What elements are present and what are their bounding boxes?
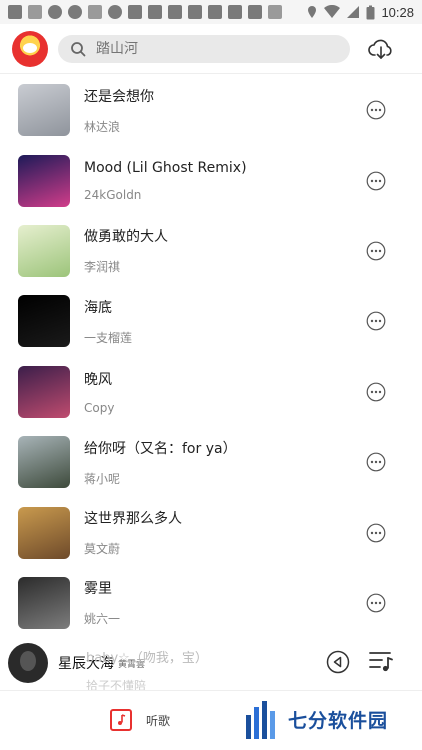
notification-icon — [188, 5, 202, 19]
more-options-icon[interactable] — [366, 241, 386, 261]
song-artist: 李润祺 — [84, 260, 121, 275]
notification-icon — [68, 5, 82, 19]
notification-icon — [148, 5, 162, 19]
more-options-icon[interactable] — [366, 382, 386, 402]
more-options-icon[interactable] — [366, 100, 386, 120]
lyric-line: baby☆（吻我，宝） — [86, 651, 208, 666]
album-cover — [18, 84, 70, 137]
song-artist: Copy — [84, 400, 115, 415]
song-title: 给你呀（又名：for ya） — [84, 440, 237, 457]
signal-icon — [347, 6, 360, 18]
search-bar[interactable] — [58, 34, 350, 63]
notification-icon — [108, 5, 122, 19]
notification-icon — [8, 5, 22, 19]
cloud-download-icon — [368, 39, 392, 59]
more-options-icon[interactable] — [366, 523, 386, 543]
song-title: 这世界那么多人 — [84, 511, 182, 528]
song-artist: 蒋小呢 — [84, 471, 121, 486]
notification-icon — [208, 5, 222, 19]
song-row[interactable]: 晚风 Copy — [0, 357, 422, 427]
top-bar — [0, 24, 422, 74]
notification-icon — [28, 5, 42, 19]
mini-player[interactable]: baby☆（吻我，宝） 拾子不懂陪 星辰大海 黄霄雲 — [0, 637, 422, 693]
song-title: 做勇敢的大人 — [84, 229, 168, 246]
album-cover — [18, 576, 70, 629]
notification-icon — [168, 5, 182, 19]
song-row[interactable]: 做勇敢的大人 李润祺 — [0, 216, 422, 286]
bottom-tab-bar: 听歌 七分软件园 — [0, 690, 422, 750]
tab-listen-label: 听歌 — [146, 713, 171, 728]
song-artist: 林达浪 — [84, 119, 121, 134]
song-row[interactable]: 这世界那么多人 莫文蔚 — [0, 497, 422, 567]
watermark-text: 七分软件园 — [288, 709, 389, 732]
cloud-download-button[interactable] — [366, 34, 396, 64]
battery-icon — [366, 5, 375, 19]
playlist-icon[interactable] — [368, 649, 394, 675]
song-artist: 姚六一 — [84, 612, 121, 627]
notification-icon — [48, 5, 62, 19]
song-row[interactable]: 还是会想你 林达浪 — [0, 75, 422, 145]
music-note-icon — [110, 709, 132, 731]
more-options-icon[interactable] — [366, 171, 386, 191]
album-cover — [18, 154, 70, 207]
notification-icons — [8, 5, 306, 19]
song-row[interactable]: Mood (Lil Ghost Remix) 24kGoldn — [0, 145, 422, 215]
album-cover — [18, 506, 70, 559]
clock: 10:28 — [381, 4, 414, 20]
watermark-logo-icon — [246, 701, 275, 739]
album-cover — [18, 224, 70, 277]
song-title: 晚风 — [84, 371, 112, 388]
wifi-icon — [324, 5, 341, 18]
song-artist: 24kGoldn — [84, 187, 142, 202]
tab-listen[interactable]: 听歌 — [110, 709, 170, 731]
more-options-icon[interactable] — [366, 593, 386, 613]
song-title: 雾里 — [84, 581, 112, 598]
more-options-icon[interactable] — [366, 311, 386, 331]
song-artist: 一支榴莲 — [84, 330, 133, 345]
status-bar: 10:28 — [0, 0, 422, 24]
now-playing-cover[interactable] — [8, 643, 48, 683]
notification-icon — [248, 5, 262, 19]
location-icon — [308, 6, 317, 18]
song-list: 还是会想你 林达浪 Mood (Lil Ghost Remix) 24kGold… — [0, 75, 422, 638]
notification-icon — [268, 5, 282, 19]
song-row[interactable]: 给你呀（又名：for ya） 蒋小呢 — [0, 427, 422, 497]
song-row[interactable]: 雾里 姚六一 — [0, 568, 422, 638]
song-title: Mood (Lil Ghost Remix) — [84, 159, 247, 176]
notification-icon — [88, 5, 102, 19]
app-logo[interactable] — [12, 30, 48, 67]
play-icon[interactable] — [326, 650, 350, 674]
song-artist: 莫文蔚 — [84, 542, 121, 557]
album-cover — [18, 365, 70, 418]
notification-icon — [228, 5, 242, 19]
search-icon — [71, 41, 86, 56]
watermark: 七分软件园 — [242, 697, 388, 741]
more-options-icon[interactable] — [366, 452, 386, 472]
song-row[interactable]: 海底 一支榴莲 — [0, 286, 422, 356]
notification-icon — [128, 5, 142, 19]
song-title: 海底 — [84, 299, 112, 316]
album-cover — [18, 295, 70, 348]
song-title: 还是会想你 — [84, 88, 154, 105]
search-input[interactable] — [96, 40, 316, 57]
album-cover — [18, 436, 70, 489]
